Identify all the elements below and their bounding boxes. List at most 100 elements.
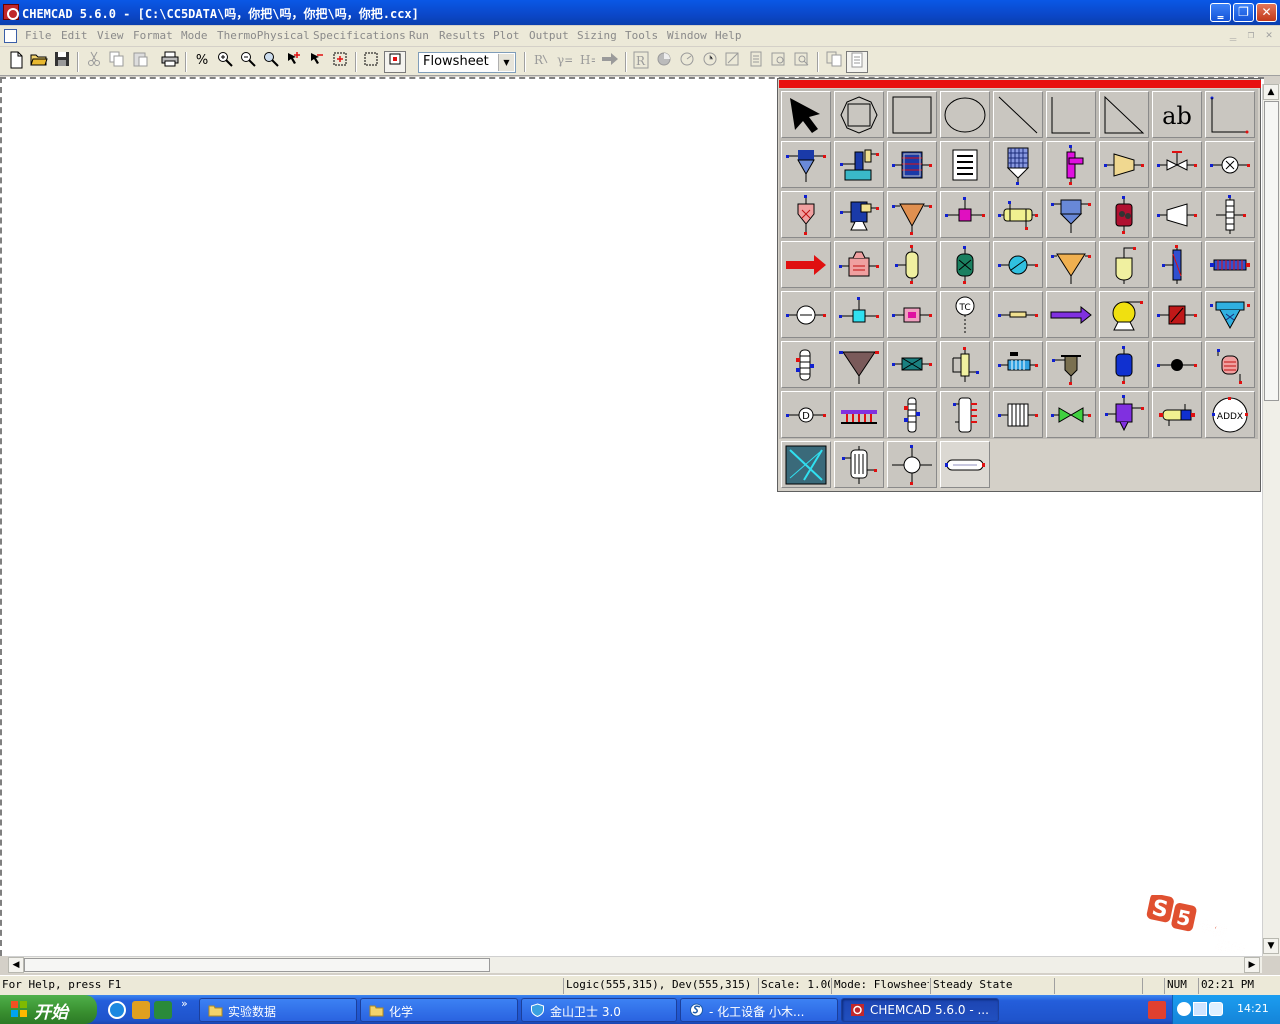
palette-manifold[interactable] bbox=[887, 441, 937, 488]
tray-network-icon[interactable] bbox=[1193, 1002, 1207, 1016]
palette-d-controller[interactable]: D bbox=[781, 391, 831, 438]
palette-thickener[interactable] bbox=[834, 341, 884, 388]
palette-agitated-vessel[interactable] bbox=[1099, 391, 1149, 438]
palette-mixer[interactable] bbox=[940, 191, 990, 238]
run-arrow-button[interactable] bbox=[599, 51, 621, 73]
palette-tower-tray[interactable] bbox=[940, 141, 990, 188]
palette-drum[interactable] bbox=[1099, 341, 1149, 388]
zoom-in-button[interactable] bbox=[214, 51, 236, 73]
copy-data-button[interactable] bbox=[823, 51, 845, 73]
vertical-scroll-thumb[interactable] bbox=[1264, 101, 1279, 401]
menu-run[interactable]: Run bbox=[409, 29, 429, 42]
palette-stripper[interactable] bbox=[781, 341, 831, 388]
palette-text-tool[interactable]: ab bbox=[1152, 91, 1202, 138]
palette-addx[interactable]: ADDX bbox=[1205, 391, 1255, 438]
cut-button[interactable] bbox=[83, 51, 105, 73]
palette-fixed-bed[interactable] bbox=[993, 391, 1043, 438]
scroll-left-button[interactable]: ◀ bbox=[8, 957, 24, 973]
menu-help[interactable]: Help bbox=[715, 29, 742, 42]
remove-point-button[interactable] bbox=[306, 51, 328, 73]
tray-shield-icon[interactable] bbox=[1209, 1002, 1223, 1016]
tray-app-icon[interactable] bbox=[1148, 1001, 1166, 1019]
title-bar[interactable]: CHEMCAD 5.6.0 - [C:\CC5DATA\吗，你把\吗，你把\吗，… bbox=[0, 0, 1280, 25]
palette-product-arrow[interactable] bbox=[1046, 291, 1096, 338]
palette-furnace[interactable] bbox=[1152, 291, 1202, 338]
task-security-app[interactable]: 金山卫士 3.0 bbox=[521, 998, 677, 1022]
palette-settler[interactable] bbox=[1046, 241, 1096, 288]
palette-plate-exchanger[interactable] bbox=[993, 341, 1043, 388]
menu-view[interactable]: View bbox=[97, 29, 124, 42]
palette-polyline-tool[interactable] bbox=[1046, 91, 1096, 138]
tray-back-icon[interactable] bbox=[1177, 1002, 1191, 1016]
task-experiment-data[interactable]: 实验数据 bbox=[199, 998, 357, 1022]
scroll-right-button[interactable]: ▶ bbox=[1244, 957, 1260, 973]
palette-tower[interactable] bbox=[1152, 241, 1202, 288]
report-button[interactable] bbox=[745, 51, 767, 73]
palette-column[interactable] bbox=[1205, 191, 1255, 238]
palette-dryer[interactable] bbox=[834, 191, 884, 238]
print-button[interactable] bbox=[159, 51, 181, 73]
palette-temperature-controller[interactable]: TC bbox=[940, 291, 990, 338]
palette-membrane[interactable] bbox=[887, 341, 937, 388]
quicklaunch-chevron-icon[interactable]: » bbox=[181, 997, 188, 1010]
mode-dropdown[interactable]: Flowsheet ▼ bbox=[418, 52, 516, 73]
palette-decanter[interactable] bbox=[1046, 341, 1096, 388]
task-chemistry[interactable]: 化学 bbox=[360, 998, 518, 1022]
palette-reboiler[interactable] bbox=[940, 341, 990, 388]
horizontal-scrollbar[interactable]: ◀ ▶ bbox=[8, 956, 1262, 973]
palette-sc-column[interactable] bbox=[887, 391, 937, 438]
palette-node[interactable] bbox=[1152, 341, 1202, 388]
run-all-button[interactable]: R bbox=[630, 51, 652, 73]
palette-heat-recovery[interactable] bbox=[940, 441, 990, 488]
palette-heater[interactable] bbox=[1046, 141, 1096, 188]
marquee-select-button[interactable] bbox=[360, 51, 382, 73]
palette-cross-flow[interactable] bbox=[781, 441, 831, 488]
search-report-button[interactable] bbox=[791, 51, 813, 73]
minimize-button[interactable]: ‗ bbox=[1210, 3, 1231, 22]
edit-chart-button[interactable] bbox=[722, 51, 744, 73]
palette-bag-filter[interactable] bbox=[993, 141, 1043, 188]
palette-compressor[interactable] bbox=[1099, 141, 1149, 188]
snap-grid-toggle[interactable] bbox=[384, 51, 406, 73]
palette-kiln[interactable] bbox=[1152, 391, 1202, 438]
palette-cyclone[interactable] bbox=[781, 141, 831, 188]
palette-line-tool[interactable] bbox=[993, 91, 1043, 138]
select-target-button[interactable] bbox=[329, 51, 351, 73]
close-button[interactable]: ✕ bbox=[1256, 3, 1277, 22]
task-chemcad[interactable]: CHEMCAD 5.6.0 - ... bbox=[841, 998, 999, 1022]
palette-pump-cooler[interactable] bbox=[993, 241, 1043, 288]
menu-plot[interactable]: Plot bbox=[493, 29, 520, 42]
menu-output[interactable]: Output bbox=[529, 29, 569, 42]
palette-flow-meter[interactable] bbox=[1205, 141, 1255, 188]
add-point-button[interactable] bbox=[283, 51, 305, 73]
palette-batch-reactor[interactable] bbox=[834, 241, 884, 288]
recalc-button[interactable]: R bbox=[530, 51, 552, 73]
zoom-fit-button[interactable] bbox=[260, 51, 282, 73]
palette-expander[interactable] bbox=[1152, 191, 1202, 238]
palette-evaporator[interactable] bbox=[834, 441, 884, 488]
palette-pump[interactable] bbox=[1099, 291, 1149, 338]
palette-pointer-tool[interactable] bbox=[781, 91, 831, 138]
maximize-button[interactable]: ❐ bbox=[1233, 3, 1254, 22]
mdi-close-button[interactable]: ✕ bbox=[1262, 28, 1276, 42]
menu-mode[interactable]: Mode bbox=[181, 29, 208, 42]
open-file-button[interactable] bbox=[28, 51, 50, 73]
palette-reactor-jacket[interactable] bbox=[887, 141, 937, 188]
palette-scrubber[interactable] bbox=[1205, 341, 1255, 388]
palette-control-valve[interactable] bbox=[1152, 141, 1202, 188]
zoom-percent-button[interactable]: % bbox=[191, 51, 213, 73]
palette-gate-valve[interactable] bbox=[1046, 391, 1096, 438]
quicklaunch-browser-icon[interactable] bbox=[108, 1001, 126, 1019]
palette-stream-splitter[interactable] bbox=[887, 291, 937, 338]
horizontal-scroll-thumb[interactable] bbox=[24, 958, 490, 972]
menu-sizing[interactable]: Sizing bbox=[577, 29, 617, 42]
clock-button[interactable] bbox=[699, 51, 721, 73]
gauge-button[interactable] bbox=[676, 51, 698, 73]
palette-tank[interactable] bbox=[834, 291, 884, 338]
menu-results[interactable]: Results bbox=[439, 29, 485, 42]
palette-pipe-segment[interactable] bbox=[993, 291, 1043, 338]
menu-file[interactable]: File bbox=[25, 29, 52, 42]
menu-tools[interactable]: Tools bbox=[625, 29, 658, 42]
menu-specifications[interactable]: Specifications bbox=[313, 29, 406, 42]
mdi-restore-button[interactable]: ❐ bbox=[1244, 28, 1258, 42]
